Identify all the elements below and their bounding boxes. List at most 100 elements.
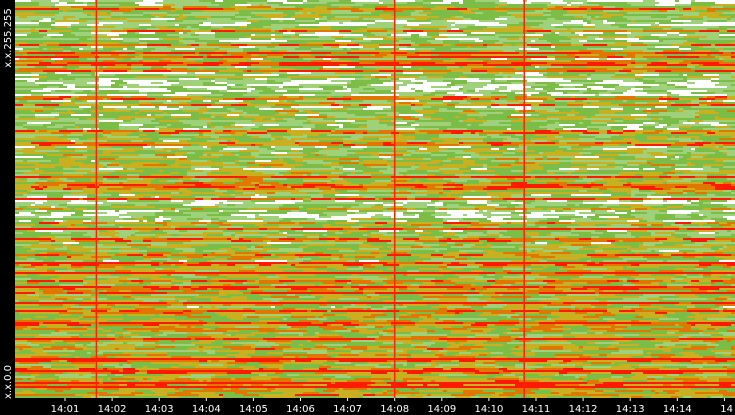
heatmap-cell: [367, 36, 387, 38]
heatmap-cell: [559, 118, 583, 120]
heatmap-cell: [283, 108, 291, 110]
heatmap-cell: [295, 48, 311, 50]
heatmap-cell: [71, 192, 91, 194]
heatmap-cell: [235, 132, 247, 134]
heatmap-cell: [283, 54, 299, 56]
heatmap-cell: [635, 78, 643, 80]
heatmap-cell: [271, 42, 295, 44]
heatmap-cell: [683, 160, 707, 162]
heatmap-cell: [135, 76, 147, 78]
heatmap-cell: [615, 176, 623, 178]
heatmap-cell: [427, 60, 443, 62]
heatmap-cell: [659, 100, 663, 102]
heatmap-cell: [47, 66, 63, 68]
heatmap-cell: [211, 108, 227, 110]
heatmap-cell: [87, 62, 91, 64]
heatmap-cell: [451, 86, 463, 88]
heatmap-cell: [215, 50, 227, 52]
heatmap-cell: [15, 14, 39, 16]
heatmap-cell: [255, 186, 259, 188]
heatmap-cell: [719, 78, 735, 80]
heatmap-cell: [463, 132, 471, 134]
heatmap-cell: [279, 122, 303, 124]
heatmap-cell: [611, 54, 615, 56]
heatmap-cell: [459, 54, 463, 56]
heatmap-cell: [587, 40, 611, 42]
heatmap-cell: [579, 106, 583, 108]
heatmap-cell: [151, 86, 159, 88]
heatmap-cell: [699, 84, 715, 86]
heatmap-cell: [631, 44, 647, 46]
heatmap-cell: [703, 144, 723, 146]
heatmap-cell: [63, 18, 67, 20]
heatmap-cell: [39, 118, 59, 120]
heatmap-cell: [151, 24, 175, 26]
heatmap-cell: [223, 0, 243, 2]
heatmap-cell: [223, 58, 227, 60]
heatmap-cell: [595, 66, 603, 68]
heatmap-cell: [51, 6, 55, 8]
heatmap-cell: [159, 120, 179, 122]
heatmap-cell: [415, 136, 423, 138]
heatmap-cell: [99, 128, 119, 130]
heatmap-cell: [543, 134, 559, 136]
heatmap-cell: [715, 88, 735, 90]
heatmap-cell: [571, 172, 591, 174]
heatmap-cell: [587, 10, 603, 12]
heatmap-cell: [191, 180, 199, 182]
heatmap-cell: [51, 100, 71, 102]
heatmap-cell: [199, 142, 219, 144]
heatmap-cell: [679, 140, 703, 142]
heatmap-cell: [215, 74, 235, 76]
heatmap-cell: [331, 166, 343, 168]
heatmap-cell: [227, 80, 247, 82]
heatmap-cell: [631, 62, 635, 64]
heatmap-cell: [635, 108, 639, 110]
heatmap-cell: [455, 104, 479, 106]
heatmap-cell: [579, 134, 595, 136]
heatmap-cell: [171, 44, 187, 46]
heatmap-cell: [363, 178, 367, 180]
heatmap-cell: [327, 138, 343, 140]
heatmap-cell: [63, 172, 87, 174]
heatmap-cell: [67, 110, 71, 112]
heatmap-cell: [99, 120, 123, 122]
heatmap-cell: [699, 146, 715, 148]
heatmap-cell: [563, 190, 579, 192]
heatmap-cell: [411, 40, 427, 42]
heatmap-cell: [667, 6, 679, 8]
heatmap-cell: [491, 40, 499, 42]
heatmap-cell: [279, 52, 291, 54]
heatmap-cell: [643, 104, 667, 106]
heatmap-cell: [303, 22, 307, 24]
heatmap-cell: [239, 154, 251, 156]
heatmap-cell: [255, 170, 275, 172]
heatmap-cell: [455, 126, 479, 128]
heatmap-cell: [371, 154, 379, 156]
heatmap-cell: [63, 134, 67, 136]
heatmap-cell: [323, 150, 347, 152]
heatmap-cell: [99, 102, 119, 104]
heatmap-cell: [675, 104, 699, 106]
heatmap-cell: [415, 82, 423, 84]
heatmap-cell: [715, 92, 735, 94]
heatmap-cell: [383, 62, 399, 64]
heatmap-cell: [411, 34, 419, 36]
heatmap-cell: [627, 110, 643, 112]
heatmap-cell: [391, 134, 403, 136]
heatmap-cell: [215, 138, 235, 140]
heatmap-cell: [683, 14, 699, 16]
heatmap-cell: [207, 140, 227, 142]
heatmap-cell: [291, 22, 295, 24]
heatmap-cell: [59, 136, 79, 138]
heatmap-cell: [239, 68, 259, 70]
heatmap-cell: [487, 30, 499, 32]
heatmap-cell: [567, 162, 571, 164]
heatmap-cell: [603, 146, 619, 148]
heatmap-cell: [227, 174, 251, 176]
heatmap-cell: [183, 4, 199, 6]
heatmap-cell: [83, 154, 107, 156]
heatmap-cell: [319, 78, 327, 80]
heatmap-cell: [259, 164, 263, 166]
heatmap-cell: [283, 86, 291, 88]
